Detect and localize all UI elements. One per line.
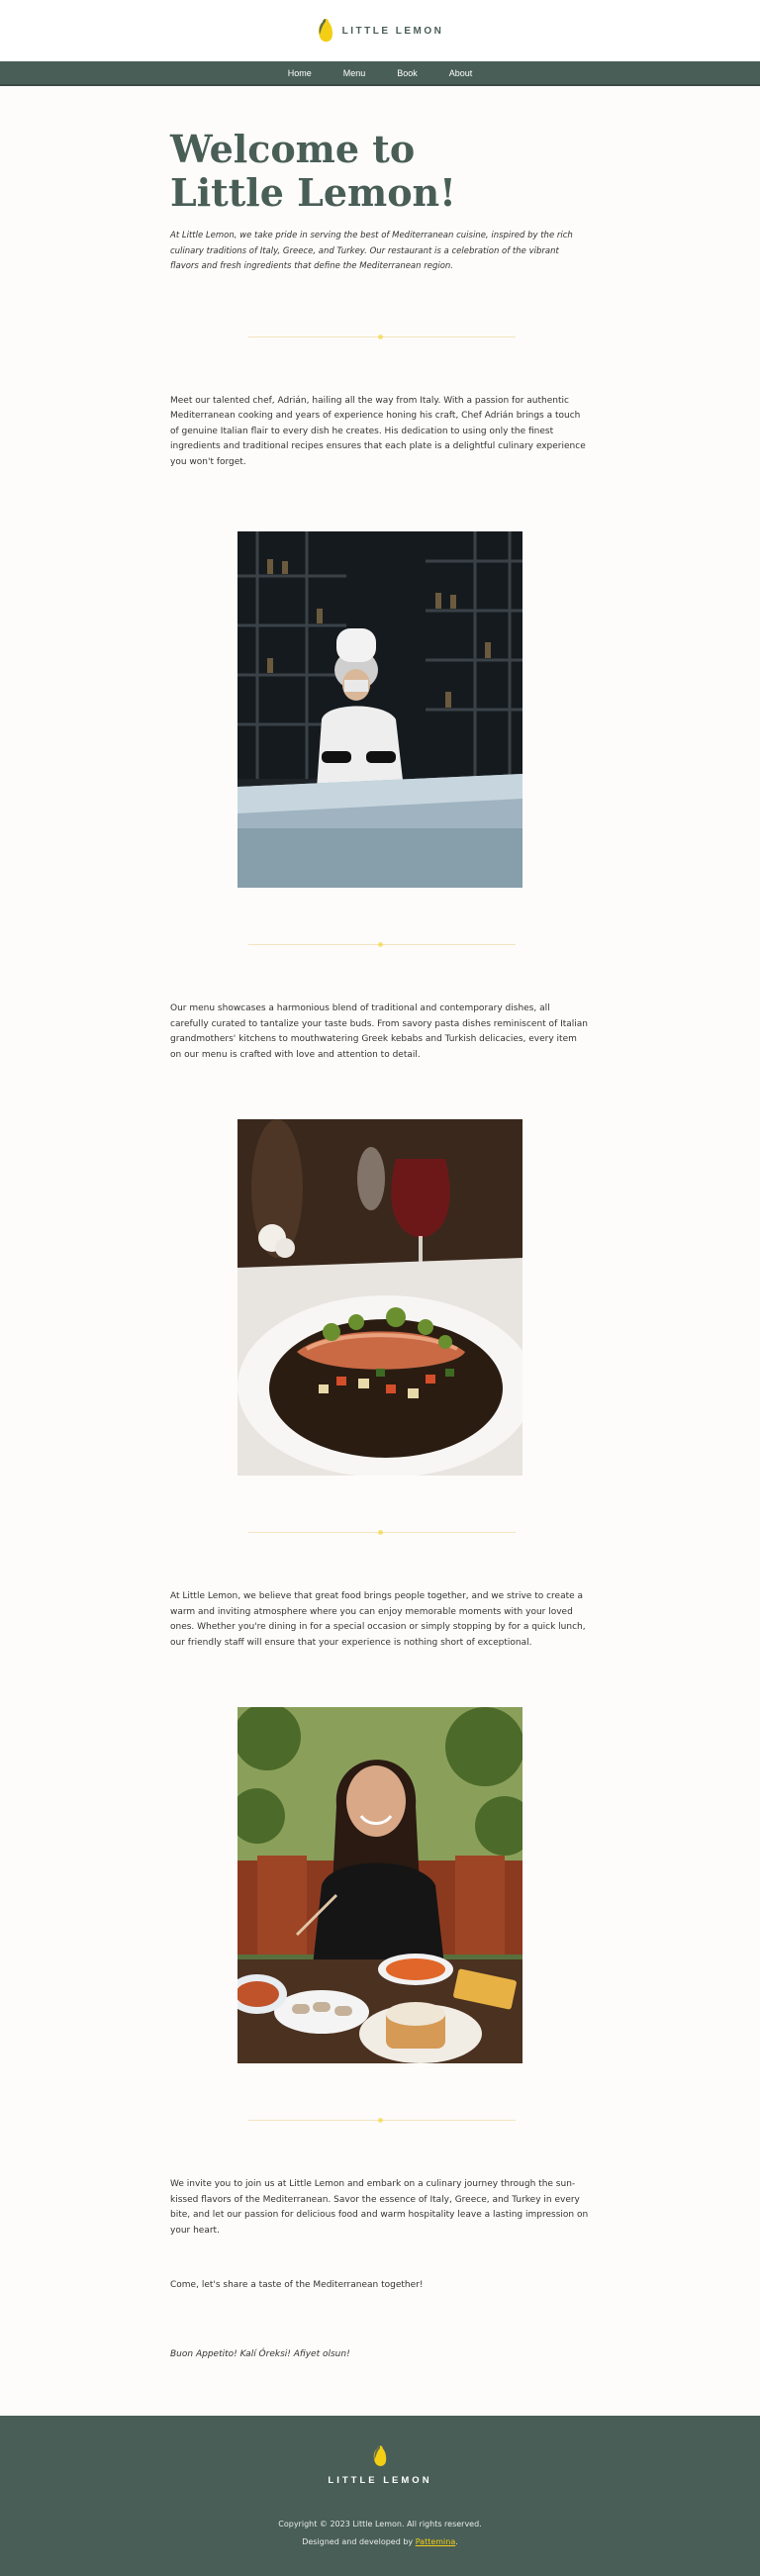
closing-line: Buon Appetito! Kalí Óreksi! Afiyet olsun… [170, 2348, 350, 2359]
brand-name[interactable]: LITTLE LEMON [342, 26, 444, 37]
site-header: LITTLE LEMON Home Menu Book About [0, 0, 760, 86]
intro-paragraph: At Little Lemon, we take pride in servin… [170, 231, 573, 271]
section-divider [248, 942, 516, 947]
footer-brand-name[interactable]: LITTLE LEMON [328, 2475, 431, 2486]
credit-suffix: . [455, 2537, 458, 2546]
site-footer: LITTLE LEMON Copyright © 2023 Little Lem… [0, 2416, 760, 2576]
salmon-dish-photo [238, 1119, 522, 1476]
invite-paragraph: We invite you to join us at Little Lemon… [170, 2179, 589, 2236]
chef-photo [238, 531, 522, 888]
credits-text: Designed and developed by Pattemina. [302, 2537, 458, 2546]
section-divider [248, 2118, 516, 2123]
diner-photo [238, 1707, 522, 2063]
nav-menu-link[interactable]: Menu [343, 68, 366, 78]
page-title: Welcome to Little Lemon! [170, 127, 456, 215]
copyright-text: Copyright © 2023 Little Lemon. All right… [278, 2520, 482, 2528]
atmosphere-paragraph: At Little Lemon, we believe that great f… [170, 1591, 586, 1648]
nav-book-link[interactable]: Book [397, 68, 418, 78]
lemon-icon[interactable] [317, 17, 334, 45]
share-line: Come, let's share a taste of the Mediter… [170, 2280, 424, 2290]
nav-home-link[interactable]: Home [288, 68, 312, 78]
credit-prefix: Designed and developed by [302, 2537, 416, 2546]
section-divider [248, 334, 516, 339]
menu-paragraph: Our menu showcases a harmonious blend of… [170, 1003, 589, 1060]
lemon-icon[interactable] [372, 2443, 388, 2469]
chef-paragraph: Meet our talented chef, Adrián, hailing … [170, 395, 586, 467]
brand-bar: LITTLE LEMON [0, 0, 760, 61]
main-content: Welcome to Little Lemon! At Little Lemon… [0, 128, 760, 2362]
main-nav: Home Menu Book About [0, 61, 760, 86]
designer-link[interactable]: Pattemina [416, 2537, 456, 2546]
section-divider [248, 1530, 516, 1535]
nav-about-link[interactable]: About [449, 68, 473, 78]
